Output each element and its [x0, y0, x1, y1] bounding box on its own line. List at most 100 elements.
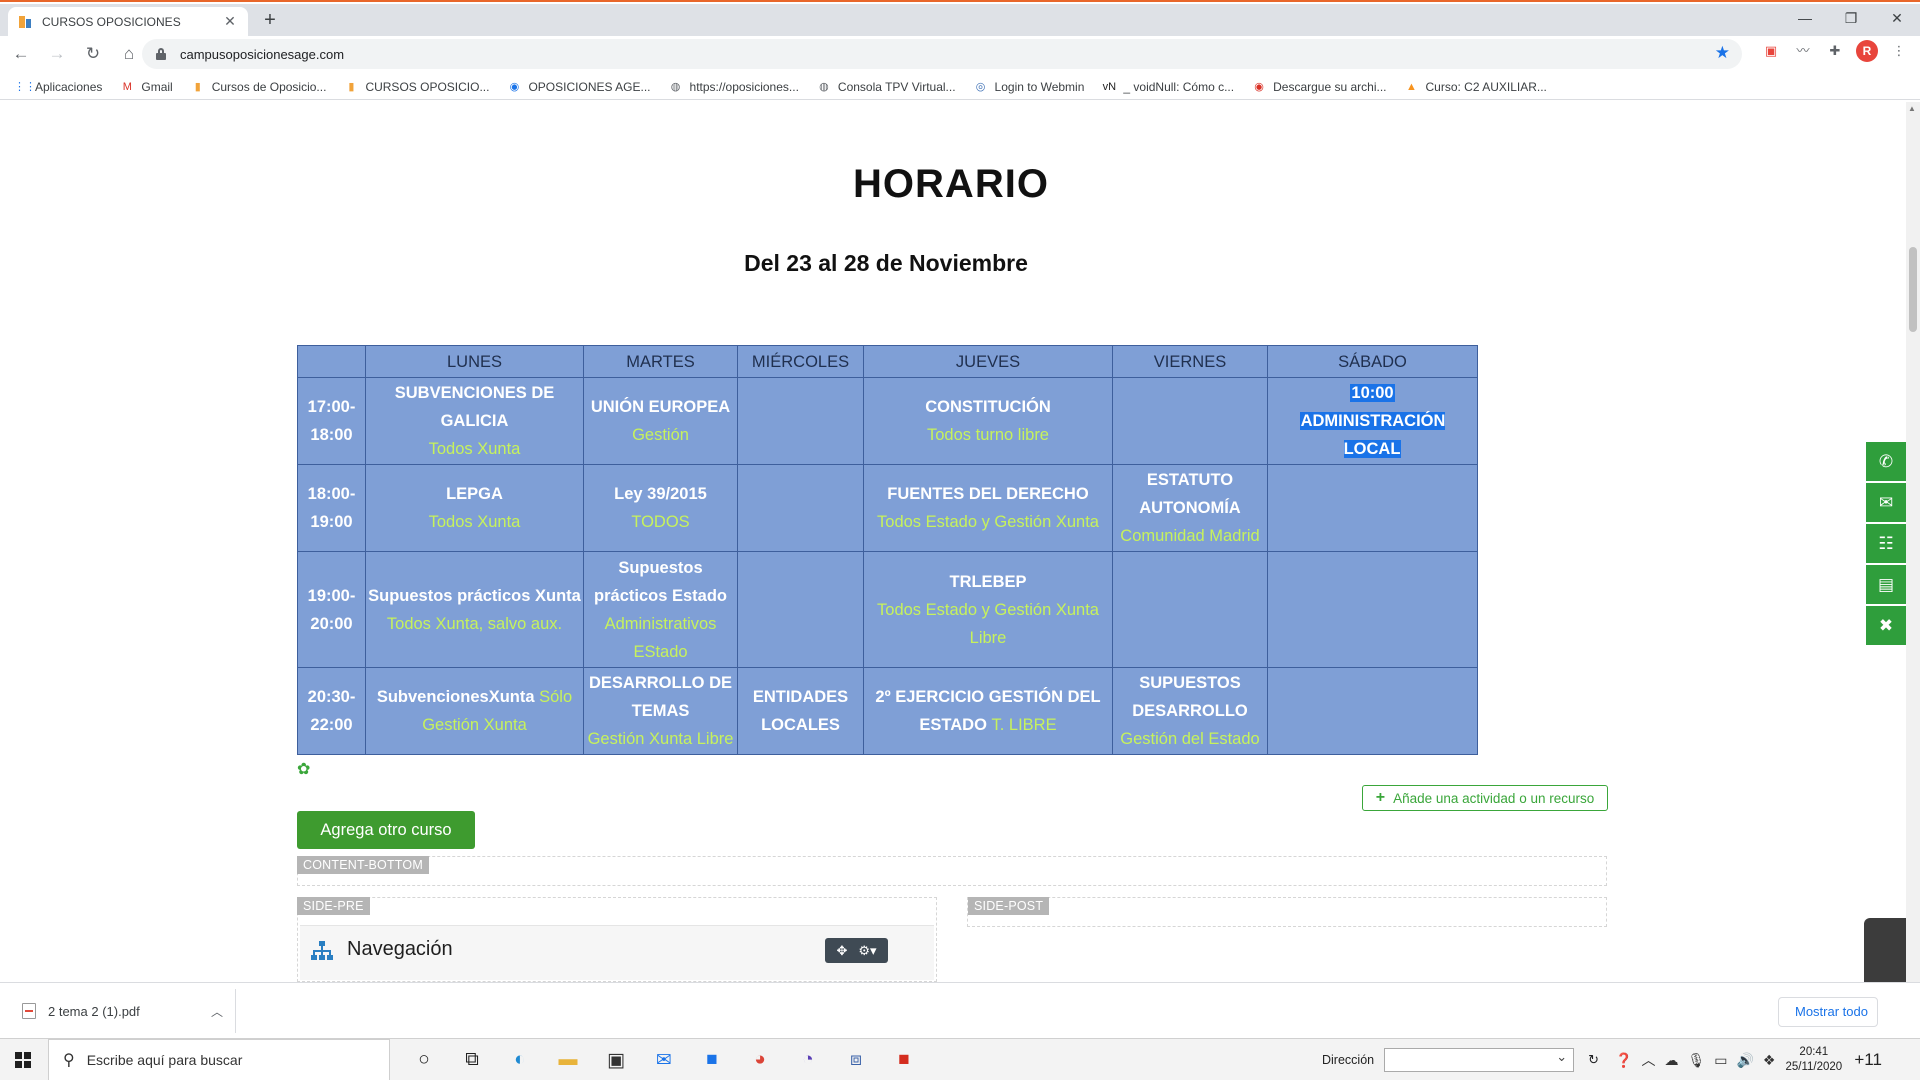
time-line: 19:00-: [307, 586, 356, 605]
store-icon[interactable]: ▣: [592, 1039, 640, 1080]
start-button[interactable]: [0, 1039, 46, 1080]
network-icon[interactable]: ▭: [1714, 1052, 1727, 1069]
bookmark-item[interactable]: ⋮⋮ Aplicaciones: [14, 80, 102, 94]
course-group: Sólo: [539, 688, 573, 706]
bookmark-star-icon[interactable]: ★: [1715, 43, 1730, 63]
browser-tab[interactable]: CURSOS OPOSICIONES ✕: [8, 7, 248, 36]
schedule-cell[interactable]: [737, 551, 864, 668]
home-icon[interactable]: ⌂: [114, 39, 144, 69]
schedule-cell[interactable]: Supuestos prácticos Xunta Todos Xunta, sa…: [365, 551, 584, 668]
download-file-name[interactable]: 2 tema 2 (1).pdf: [48, 1004, 199, 1019]
taskbar-search[interactable]: ⚲ Escribe aquí para buscar: [48, 1039, 390, 1080]
file-explorer-icon[interactable]: ▬: [544, 1039, 592, 1080]
refresh-address-icon[interactable]: ↻: [1588, 1052, 1599, 1068]
gear-dropdown-icon[interactable]: ⚙▾: [858, 943, 876, 959]
bookmark-item[interactable]: ◉ OPOSICIONES AGE...: [507, 80, 651, 94]
schedule-cell[interactable]: [1267, 551, 1478, 668]
chrome-icon[interactable]: ◕: [736, 1039, 784, 1080]
acrobat-icon[interactable]: ■: [880, 1039, 928, 1080]
bookmark-item[interactable]: ◎ Login to Webmin: [974, 80, 1085, 94]
whatsapp-side-button[interactable]: ✆: [1866, 442, 1906, 481]
schedule-cell[interactable]: ESTATUTO AUTONOMÍA Comunidad Madrid: [1112, 464, 1268, 552]
back-arrow-icon[interactable]: ←: [6, 39, 36, 69]
sitemap-side-button[interactable]: ☷: [1866, 524, 1906, 563]
address-bar[interactable]: campusoposicionesage.com ★: [142, 39, 1742, 69]
bookmark-item[interactable]: ▮ Cursos de Oposicio...: [191, 80, 327, 94]
schedule-cell[interactable]: Supuestos prácticos Estado Administrativos…: [583, 551, 738, 668]
lock-icon[interactable]: [156, 48, 166, 60]
schedule-cell[interactable]: [737, 464, 864, 552]
schedule-cell[interactable]: TRLEBEP Todos Estado y Gestión Xunta Libre: [863, 551, 1113, 668]
address-toolbar-input[interactable]: [1384, 1048, 1575, 1072]
url-text[interactable]: campusoposicionesage.com: [180, 47, 344, 62]
puzzle-extensions-icon[interactable]: ✚: [1824, 40, 1846, 62]
microphone-icon[interactable]: 🎙: [1687, 1052, 1705, 1069]
bookmark-item[interactable]: vN _ voidNull: Cómo c...: [1102, 80, 1234, 94]
volume-icon[interactable]: 🔊: [1736, 1052, 1753, 1069]
blue-app-icon[interactable]: ■: [688, 1039, 736, 1080]
schedule-cell[interactable]: DESARROLLO DE TEMAS Gestión Xunta Libre: [583, 667, 738, 755]
schedule-cell[interactable]: 10:00 ADMINISTRACIÓN LOCAL: [1267, 377, 1478, 465]
close-window-button[interactable]: ✕: [1874, 4, 1920, 34]
course-name: ADMINISTRACIÓN LOCAL: [1270, 407, 1475, 463]
bookmark-item[interactable]: ◉ Descargue su archi...: [1252, 80, 1386, 94]
schedule-cell[interactable]: SUBVENCIONES DE GALICIA Todos Xunta: [365, 377, 584, 465]
dropbox-icon[interactable]: ❖: [1763, 1052, 1776, 1069]
menu-kebab-icon[interactable]: ⋮: [1888, 40, 1910, 62]
scroll-up-icon[interactable]: ▲: [1908, 104, 1916, 113]
add-activity-button[interactable]: + Añade una actividad o un recurso: [1362, 785, 1608, 811]
schedule-cell[interactable]: SubvencionesXunta Sólo Gestión Xunta: [365, 667, 584, 755]
bookmark-label: Login to Webmin: [994, 79, 1085, 94]
schedule-cell[interactable]: FUENTES DEL DERECHO Todos Estado y Gestió…: [863, 464, 1113, 552]
schedule-cell[interactable]: CONSTITUCIÓN Todos turno libre: [863, 377, 1113, 465]
edge-icon[interactable]: ◐: [496, 1039, 544, 1080]
reload-icon[interactable]: ↻: [78, 39, 108, 69]
help-icon[interactable]: ❓: [1615, 1052, 1632, 1069]
bookmark-item[interactable]: M Gmail: [120, 80, 173, 94]
notifications-badge[interactable]: +11: [1850, 1050, 1886, 1070]
download-item[interactable]: 2 tema 2 (1).pdf ︿: [12, 989, 236, 1033]
taskbar-search-placeholder[interactable]: Escribe aquí para buscar: [87, 1052, 243, 1068]
schedule-cell[interactable]: ENTIDADES LOCALES: [737, 667, 864, 755]
new-tab-button[interactable]: +: [258, 9, 282, 33]
network-app-icon[interactable]: ⧈: [832, 1039, 880, 1080]
minimize-button[interactable]: —: [1782, 4, 1828, 34]
settings-gear-icon[interactable]: ✿: [297, 759, 310, 779]
move-icon[interactable]: ✥: [836, 943, 847, 959]
mail-side-button[interactable]: ✉: [1866, 483, 1906, 522]
pocket-extension-icon[interactable]: ▣: [1760, 40, 1782, 62]
show-all-downloads-button[interactable]: Mostrar todo: [1778, 997, 1878, 1027]
bookmark-item[interactable]: ◍ Consola TPV Virtual...: [817, 80, 955, 94]
schedule-cell[interactable]: SUPUESTOS DESARROLLO Gestión del Estado: [1112, 667, 1268, 755]
profile-avatar[interactable]: R: [1856, 40, 1878, 62]
restore-button[interactable]: ❐: [1828, 4, 1874, 34]
schedule-cell[interactable]: LEPGA Todos Xunta: [365, 464, 584, 552]
extension-icon[interactable]: 〰: [1792, 40, 1814, 62]
page-scrollbar[interactable]: ▲: [1906, 102, 1920, 982]
bookmark-item[interactable]: ▲ Curso: C2 AUXILIAR...: [1405, 80, 1547, 94]
mail-app-icon[interactable]: ✉: [640, 1039, 688, 1080]
bookmark-item[interactable]: ◍ https://oposiciones...: [669, 80, 799, 94]
forward-arrow-icon[interactable]: →: [42, 39, 72, 69]
onedrive-icon[interactable]: ☁: [1664, 1052, 1678, 1069]
github-desktop-icon[interactable]: ◔: [784, 1039, 832, 1080]
schedule-cell[interactable]: [1267, 464, 1478, 552]
task-view-icon[interactable]: ⧉: [448, 1039, 496, 1080]
add-course-button[interactable]: Agrega otro curso: [297, 811, 475, 849]
schedule-cell[interactable]: [737, 377, 864, 465]
book-side-button[interactable]: ▤: [1866, 565, 1906, 604]
bookmark-item[interactable]: ▮ CURSOS OPOSICIO...: [344, 80, 489, 94]
scrollbar-thumb[interactable]: [1909, 247, 1917, 332]
taskbar-clock[interactable]: 20:41 25/11/2020: [1785, 1045, 1842, 1075]
chevron-up-icon[interactable]: ︿: [211, 1003, 223, 1020]
chevron-up-tray-icon[interactable]: ︿: [1641, 1050, 1655, 1070]
schedule-cell[interactable]: [1112, 551, 1268, 668]
close-side-button[interactable]: ✖: [1866, 606, 1906, 645]
schedule-cell[interactable]: [1112, 377, 1268, 465]
schedule-cell[interactable]: Ley 39/2015 TODOS: [583, 464, 738, 552]
schedule-cell[interactable]: [1267, 667, 1478, 755]
close-tab-icon[interactable]: ✕: [222, 13, 238, 30]
schedule-cell[interactable]: UNIÓN EUROPEA Gestión: [583, 377, 738, 465]
schedule-cell[interactable]: 2º EJERCICIO GESTIÓN DEL ESTADO T. LIBRE: [863, 667, 1113, 755]
cortana-icon[interactable]: ○: [400, 1039, 448, 1080]
